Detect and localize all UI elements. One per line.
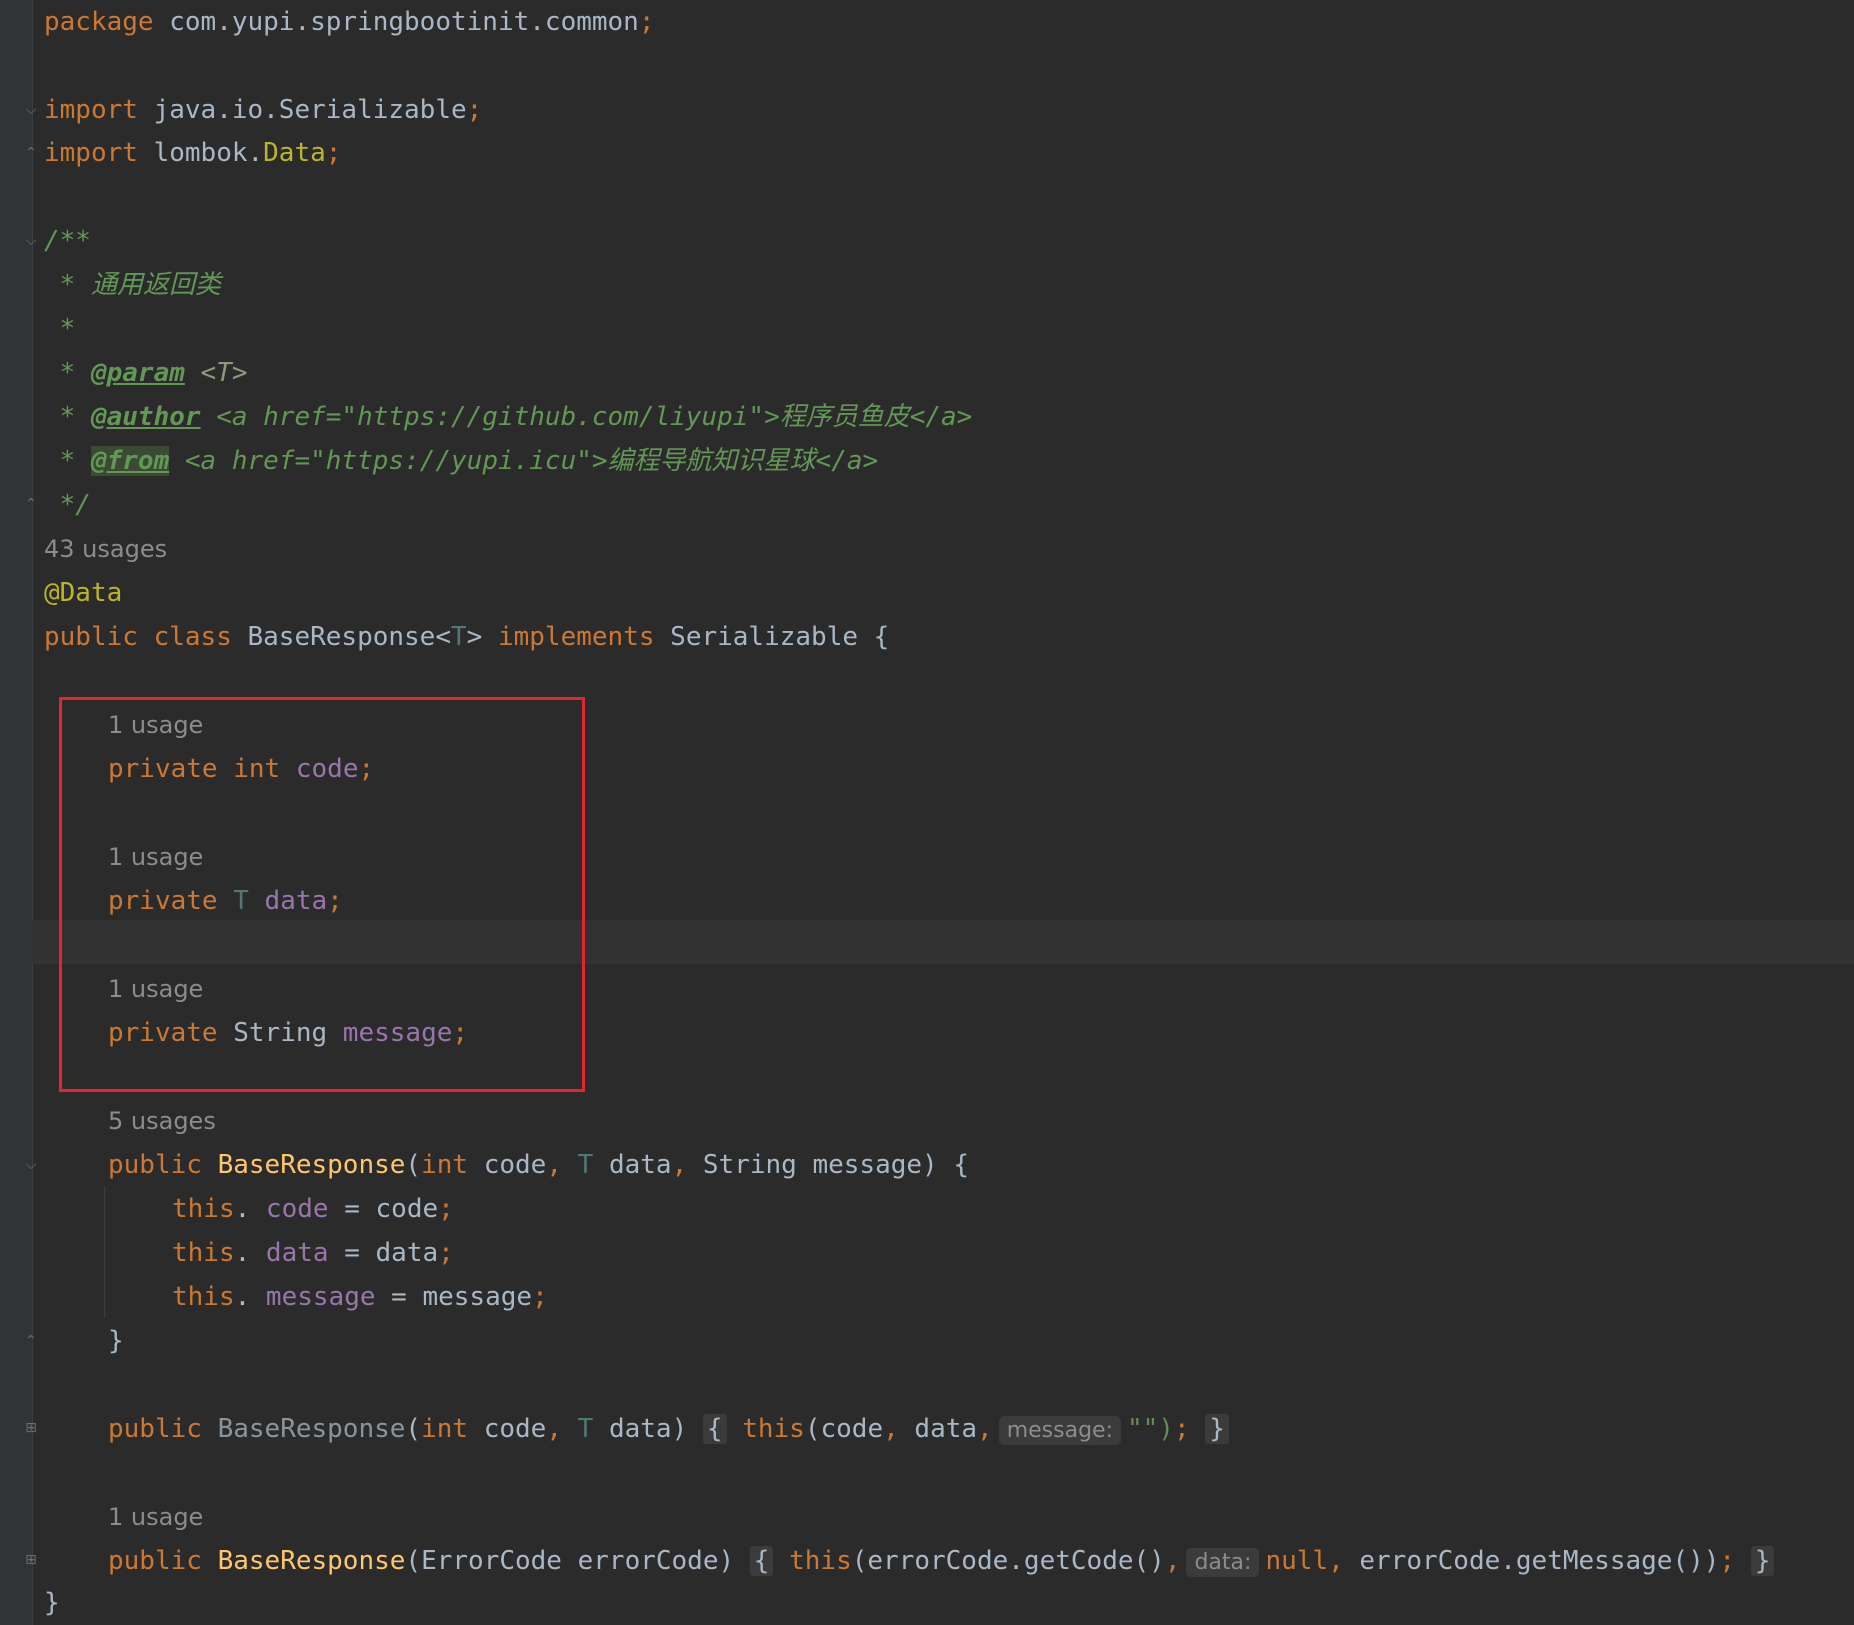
- code-line-ctor2-folded: public BaseResponse(int code, T data) { …: [108, 1407, 1229, 1451]
- code-line-ctor1-signature: public BaseResponse(int code, T data, St…: [108, 1150, 969, 1180]
- doc-comment-close: */: [44, 490, 91, 520]
- code-line-import-lombok: import lombok.Data;: [44, 138, 342, 168]
- fold-open-icon[interactable]: ⌵: [22, 100, 40, 120]
- fold-open-icon[interactable]: ⌵: [22, 1155, 40, 1175]
- doc-comment-param: * @param <T>: [44, 358, 248, 388]
- code-line-assign-message: this. message = message;: [172, 1282, 548, 1312]
- code-line-ctor3-folded: public BaseResponse(ErrorCode errorCode)…: [108, 1539, 1775, 1583]
- param-hint-message: message:: [998, 1416, 1121, 1445]
- doc-comment-from: * @from <a href="https://yupi.icu">编程导航知…: [44, 446, 879, 476]
- folded-close-brace[interactable]: }: [1750, 1546, 1775, 1576]
- code-line-class-declaration: public class BaseResponse<T> implements …: [44, 622, 890, 652]
- indent-guide: [104, 1186, 105, 1318]
- param-hint-data: data:: [1186, 1548, 1260, 1577]
- code-line-class-close: }: [44, 1588, 60, 1618]
- doc-comment-open: /**: [44, 226, 91, 256]
- fold-close-icon[interactable]: ⌃: [22, 1331, 40, 1351]
- code-line-ctor1-close: }: [108, 1326, 124, 1356]
- fold-close-icon[interactable]: ⌃: [22, 143, 40, 163]
- fold-close-icon[interactable]: ⌃: [22, 494, 40, 514]
- code-line-assign-data: this. data = data;: [172, 1238, 454, 1268]
- ctor-usages-hint[interactable]: 5 usages: [108, 1099, 216, 1143]
- class-usages-hint[interactable]: 43 usages: [44, 527, 167, 571]
- fold-open-icon[interactable]: ⌵: [22, 231, 40, 251]
- fold-expand-icon[interactable]: ⊞: [22, 1550, 40, 1570]
- doc-comment-author: * @author <a href="https://github.com/li…: [44, 402, 973, 432]
- doc-comment-blank: *: [44, 314, 76, 344]
- code-line-assign-code: this. code = code;: [172, 1194, 454, 1224]
- code-line-package: package com.yupi.springbootinit.common;: [44, 7, 655, 37]
- code-line-import-serializable: import java.io.Serializable;: [44, 95, 483, 125]
- highlight-annotation-box: [59, 697, 585, 1092]
- folded-close-brace[interactable]: }: [1205, 1414, 1229, 1444]
- code-editor[interactable]: ⌵ ⌃ ⌵ ⌃ ⌵ ⌃ ⊞ ⊞ package com.yupi.springb…: [0, 0, 1854, 1625]
- folded-open-brace[interactable]: {: [702, 1414, 727, 1444]
- ctor3-usage-hint[interactable]: 1 usage: [108, 1495, 203, 1539]
- folded-open-brace[interactable]: {: [749, 1546, 774, 1576]
- fold-expand-icon[interactable]: ⊞: [22, 1418, 40, 1438]
- code-line-annotation: @Data: [44, 578, 123, 608]
- doc-comment-description: * 通用返回类: [44, 270, 221, 300]
